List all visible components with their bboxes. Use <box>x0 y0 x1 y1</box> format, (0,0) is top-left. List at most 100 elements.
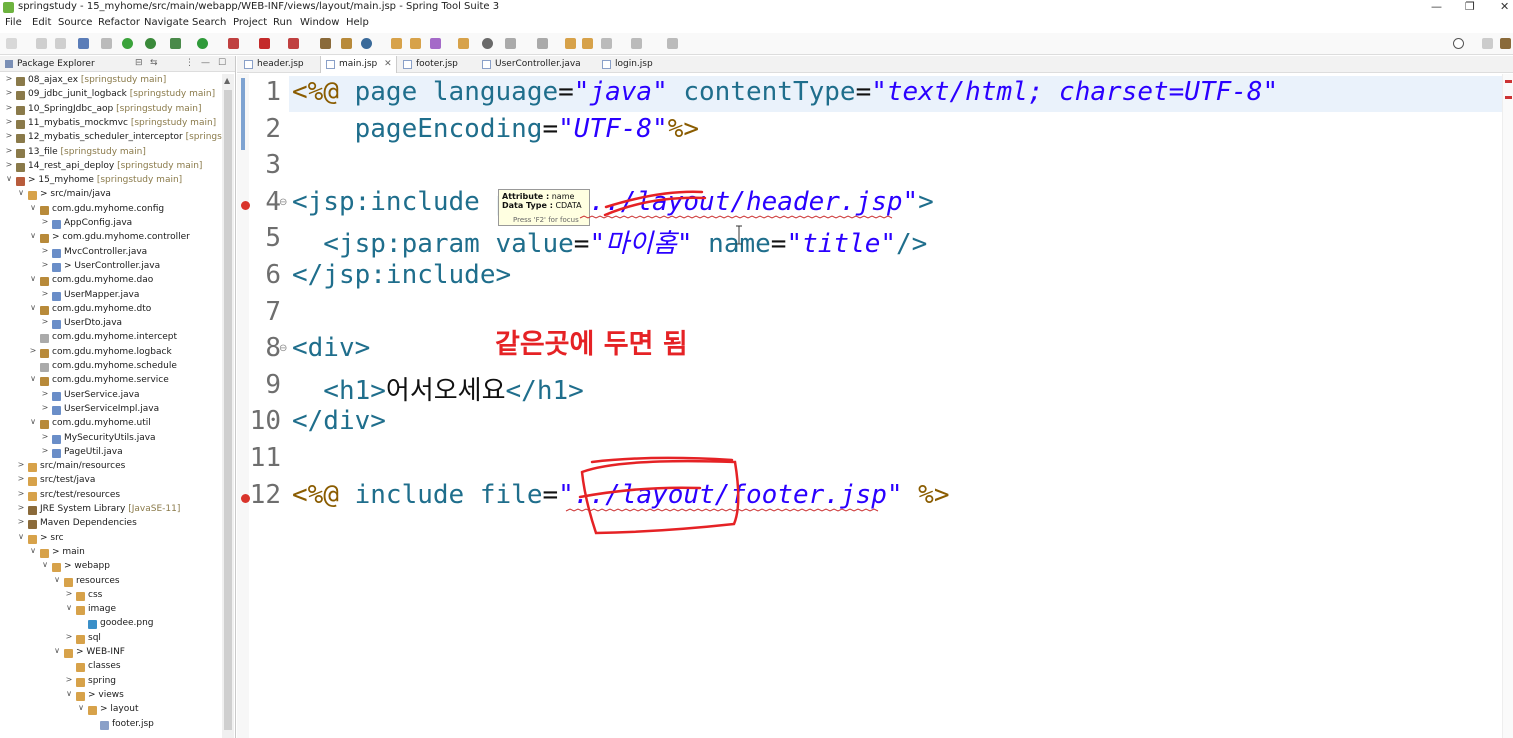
tree-expand-icon[interactable]: > <box>65 675 73 684</box>
tree-expand-icon[interactable]: > <box>41 446 49 455</box>
tree-expand-icon[interactable]: ∨ <box>53 575 61 584</box>
tree-item[interactable]: >09_jdbc_junit_logback [springstudy main… <box>0 88 228 102</box>
error-marker[interactable] <box>1505 80 1512 83</box>
tree-expand-icon[interactable]: ∨ <box>29 231 37 240</box>
tree-item[interactable]: ∨ > com.gdu.myhome.controller <box>0 231 228 245</box>
tree-expand-icon[interactable]: > <box>5 146 13 155</box>
tree-expand-icon[interactable]: > <box>41 260 49 269</box>
new-class-icon[interactable] <box>361 38 372 49</box>
tree-item[interactable]: > src/main/resources <box>0 460 228 474</box>
link-editor-icon[interactable]: ⇆ <box>150 58 158 68</box>
tree-item[interactable]: > UserMapper.java <box>0 289 228 303</box>
tree-item[interactable]: > AppConfig.java <box>0 217 228 231</box>
run-icon[interactable] <box>197 38 208 49</box>
tree-item[interactable]: ∨ com.gdu.myhome.config <box>0 203 228 217</box>
last-edit-icon[interactable] <box>565 38 576 49</box>
fold-toggle-icon[interactable]: ⊖ <box>279 197 287 208</box>
close-tab-icon[interactable]: ✕ <box>384 59 392 69</box>
code-line[interactable]: </jsp:include> <box>292 260 511 290</box>
java-perspective-icon[interactable] <box>1500 38 1511 49</box>
tree-item[interactable]: > UserDto.java <box>0 317 228 331</box>
view-menu-icon[interactable]: ⋮ <box>185 58 194 68</box>
menu-run[interactable]: Run <box>273 17 292 28</box>
error-marker[interactable] <box>1505 96 1512 99</box>
tree-item[interactable]: ∨ > 15_myhome [springstudy main] <box>0 174 228 188</box>
tree-item[interactable]: ∨ > layout <box>0 703 228 717</box>
open-task-icon[interactable] <box>410 38 421 49</box>
tree-expand-icon[interactable]: ∨ <box>5 174 13 183</box>
close-window-button[interactable]: ✕ <box>1500 0 1509 13</box>
tree-item[interactable]: ∨ > views <box>0 689 228 703</box>
tree-item[interactable]: goodee.png <box>0 617 228 631</box>
tree-expand-icon[interactable]: ∨ <box>29 417 37 426</box>
open-folder-icon[interactable] <box>458 38 469 49</box>
next-annotation-icon[interactable] <box>505 38 516 49</box>
collapse-all-icon[interactable]: ⊟ <box>135 58 143 68</box>
stop-icon[interactable] <box>259 38 270 49</box>
tree-expand-icon[interactable]: > <box>17 503 25 512</box>
tree-item[interactable]: ∨ > src <box>0 532 228 546</box>
search-icon[interactable] <box>1453 38 1464 49</box>
minimize-button[interactable]: — <box>1431 0 1442 13</box>
code-line[interactable]: <%@ include file="../layout/footer.jsp" … <box>292 480 949 510</box>
explorer-scroll-thumb[interactable] <box>224 90 232 730</box>
tree-item[interactable]: ∨ > main <box>0 546 228 560</box>
search-wand-icon[interactable] <box>430 38 441 49</box>
maximize-view-icon[interactable]: ☐ <box>218 58 226 68</box>
tree-item[interactable]: > Maven Dependencies <box>0 517 228 531</box>
tree-expand-icon[interactable]: > <box>41 317 49 326</box>
scroll-up-icon[interactable]: ▲ <box>224 76 230 85</box>
tree-item[interactable]: ∨ > src/main/java <box>0 188 228 202</box>
tree-expand-icon[interactable]: > <box>5 131 13 140</box>
tree-item[interactable]: > src/test/java <box>0 474 228 488</box>
prev-annotation-icon[interactable] <box>537 38 548 49</box>
run-config-icon[interactable] <box>228 38 239 49</box>
tree-expand-icon[interactable]: ∨ <box>29 546 37 555</box>
tree-item[interactable]: > sql <box>0 632 228 646</box>
tree-item[interactable]: >11_mybatis_mockmvc [springstudy main] <box>0 117 228 131</box>
tree-expand-icon[interactable]: ∨ <box>29 374 37 383</box>
error-icon[interactable] <box>241 200 250 210</box>
external-tools-icon[interactable] <box>288 38 299 49</box>
tree-item[interactable]: >14_rest_api_deploy [springstudy main] <box>0 160 228 174</box>
terminal-icon[interactable] <box>78 38 89 49</box>
globe-icon[interactable] <box>482 38 493 49</box>
tree-expand-icon[interactable]: > <box>17 517 25 526</box>
tree-expand-icon[interactable]: ∨ <box>65 603 73 612</box>
tree-expand-icon[interactable]: ∨ <box>29 274 37 283</box>
explorer-scrollbar[interactable]: ▲ <box>222 74 234 738</box>
tree-expand-icon[interactable]: > <box>41 403 49 412</box>
tree-expand-icon[interactable]: > <box>17 489 25 498</box>
tab-login-jsp[interactable]: login.jsp <box>597 56 657 73</box>
tree-expand-icon[interactable]: ∨ <box>17 188 25 197</box>
tree-item[interactable]: ∨ resources <box>0 575 228 589</box>
tree-item[interactable]: ∨ com.gdu.myhome.service <box>0 374 228 388</box>
tree-expand-icon[interactable]: > <box>41 432 49 441</box>
tree-item[interactable]: >12_mybatis_scheduler_interceptor [sprin… <box>0 131 231 145</box>
tree-item[interactable]: >08_ajax_ex [springstudy main] <box>0 74 228 88</box>
tree-expand-icon[interactable]: ∨ <box>29 203 37 212</box>
refresh-icon[interactable] <box>145 38 156 49</box>
tree-expand-icon[interactable]: > <box>65 589 73 598</box>
tab-header-jsp[interactable]: header.jsp <box>239 56 308 73</box>
tree-item[interactable]: com.gdu.myhome.intercept <box>0 331 228 345</box>
tree-expand-icon[interactable]: > <box>41 389 49 398</box>
pin-editor-icon[interactable] <box>667 38 678 49</box>
tree-item[interactable]: > JRE System Library [JavaSE-11] <box>0 503 228 517</box>
tree-item[interactable]: >13_file [springstudy main] <box>0 146 228 160</box>
tree-expand-icon[interactable]: ∨ <box>53 646 61 655</box>
menu-source[interactable]: Source <box>58 17 92 28</box>
new-package-icon[interactable] <box>341 38 352 49</box>
tree-item[interactable]: >10_SpringJdbc_aop [springstudy main] <box>0 103 228 117</box>
spring-boot-icon[interactable] <box>122 38 133 49</box>
tree-item[interactable]: ∨ image <box>0 603 228 617</box>
menu-file[interactable]: File <box>5 17 22 28</box>
package-explorer-tab[interactable]: Package Explorer <box>17 59 95 69</box>
minimize-view-icon[interactable]: — <box>201 58 210 68</box>
save-icon[interactable] <box>36 38 47 49</box>
menu-project[interactable]: Project <box>233 17 267 28</box>
tree-item[interactable]: ∨ com.gdu.myhome.dto <box>0 303 228 317</box>
tree-item[interactable]: > > UserController.java <box>0 260 228 274</box>
tree-expand-icon[interactable]: > <box>17 460 25 469</box>
tree-item[interactable]: > MvcController.java <box>0 246 228 260</box>
